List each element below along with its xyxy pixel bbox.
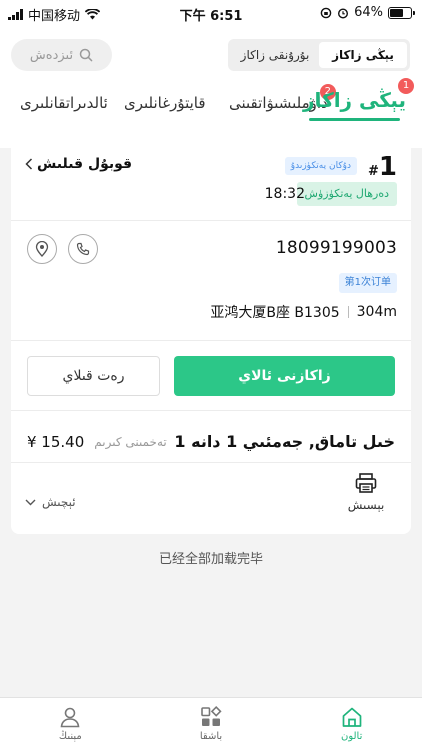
- status-right: 64%: [320, 5, 415, 20]
- location-button[interactable]: [27, 234, 57, 264]
- separator: [347, 306, 349, 318]
- nav-label: باشقا: [199, 731, 223, 742]
- segment-old-orders[interactable]: بۇرۇنقى زاكاز: [231, 42, 319, 68]
- divider: [11, 220, 411, 221]
- estimated-income: ¥ 15.40 تەخمىنى كىرىم: [27, 433, 167, 451]
- order-count-tag: 第1次订单: [338, 273, 397, 293]
- tab-urged[interactable]: ئالدىراتقانلىرى: [20, 94, 108, 112]
- order-type-switch: بۇرۇنقى زاكاز يېڭى زاكاز: [228, 39, 410, 71]
- active-tab-indicator: [309, 118, 400, 121]
- person-icon: [60, 707, 80, 728]
- nav-mine[interactable]: مېنىڭ: [0, 698, 141, 750]
- order-items-summary: 1 خىل تاماق, جەمئىي 1 دانە: [174, 432, 395, 451]
- print-label: بېسىش: [347, 498, 385, 512]
- chevron-left-icon: [25, 158, 33, 170]
- battery-icon: [388, 6, 415, 19]
- alarm-icon: [338, 7, 349, 19]
- order-number-value: 1: [378, 152, 397, 182]
- tab-new-orders[interactable]: يېڭى زاكاز 1: [303, 78, 414, 121]
- address-row: 亚鸿大厦B座 B1305 304m: [210, 302, 397, 322]
- divider: [11, 462, 411, 463]
- nav-label: مېنىڭ: [58, 731, 82, 742]
- tab-badge: 1: [398, 78, 414, 94]
- price-value: ¥ 15.40: [27, 433, 85, 451]
- reject-button[interactable]: رەت قىلاي: [27, 356, 160, 396]
- chevron-down-icon: [25, 499, 36, 505]
- search-button[interactable]: ئىزدەش: [11, 39, 112, 71]
- accept-link-label: قوبۇل قىلىش: [37, 156, 133, 172]
- nav-label: تالون: [340, 731, 363, 742]
- all-loaded-text: 已经全部加载完毕: [158, 552, 263, 567]
- accept-link[interactable]: قوبۇل قىلىش: [25, 156, 132, 172]
- apps-icon: [201, 706, 222, 726]
- print-button[interactable]: بېسىش: [341, 473, 391, 512]
- bottom-nav: مېنىڭ باشقا تالون: [0, 697, 422, 750]
- order-number: #1: [368, 152, 397, 182]
- status-bar: 中国移动 下午 6:51 64%: [0, 0, 422, 26]
- tab-label: يېڭى زاكاز: [303, 88, 406, 112]
- order-time: 18:32: [264, 186, 305, 202]
- battery-fill: [390, 8, 403, 17]
- printer-icon: [355, 473, 377, 493]
- battery-percent: 64%: [354, 5, 383, 20]
- phone-icon: [76, 242, 90, 256]
- location-pin-icon: [35, 241, 49, 257]
- call-button[interactable]: [68, 234, 98, 264]
- expand-label: ئېچىش: [42, 495, 76, 509]
- search-icon: [79, 48, 93, 62]
- divider: [11, 410, 411, 411]
- search-label: ئىزدەش: [29, 47, 74, 63]
- price-label: تەخمىنى كىرىم: [94, 435, 167, 449]
- shop-delivery-tag: دۇكان يەتكۈزىدۇ: [284, 157, 357, 175]
- accept-order-button[interactable]: زاكازنى ئالاي: [174, 356, 395, 396]
- delivery-status-tag: دەرھال يەتكۈزۈش: [296, 182, 397, 206]
- order-number-hash: #: [368, 164, 379, 179]
- delivery-address: 亚鸿大厦B座 B1305: [210, 305, 340, 321]
- divider: [11, 340, 411, 341]
- order-card: #1 دۇكان يەتكۈزىدۇ دەرھال يەتكۈزۈش 18:32…: [11, 138, 411, 534]
- segment-new-orders[interactable]: يېڭى زاكاز: [319, 42, 407, 68]
- nav-other[interactable]: باشقا: [141, 698, 282, 750]
- home-icon: [342, 707, 362, 727]
- nav-orders[interactable]: تالون: [281, 698, 422, 750]
- order-tabs: ئالدىراتقانلىرى قايتۇرغانلىرى داۋملىشىۋا…: [0, 78, 422, 132]
- rotation-lock-icon: [320, 7, 332, 18]
- tab-label: ئالدىراتقانلىرى: [20, 94, 108, 112]
- tab-label: قايتۇرغانلىرى: [124, 94, 206, 112]
- delivery-distance: 304m: [356, 304, 397, 320]
- expand-button[interactable]: ئېچىش: [25, 495, 76, 509]
- customer-phone: 18099199003: [275, 238, 397, 258]
- tab-returned[interactable]: قايتۇرغانلىرى: [124, 94, 206, 112]
- header: ئىزدەش بۇرۇنقى زاكاز يېڭى زاكاز ئالدىرات…: [0, 26, 422, 148]
